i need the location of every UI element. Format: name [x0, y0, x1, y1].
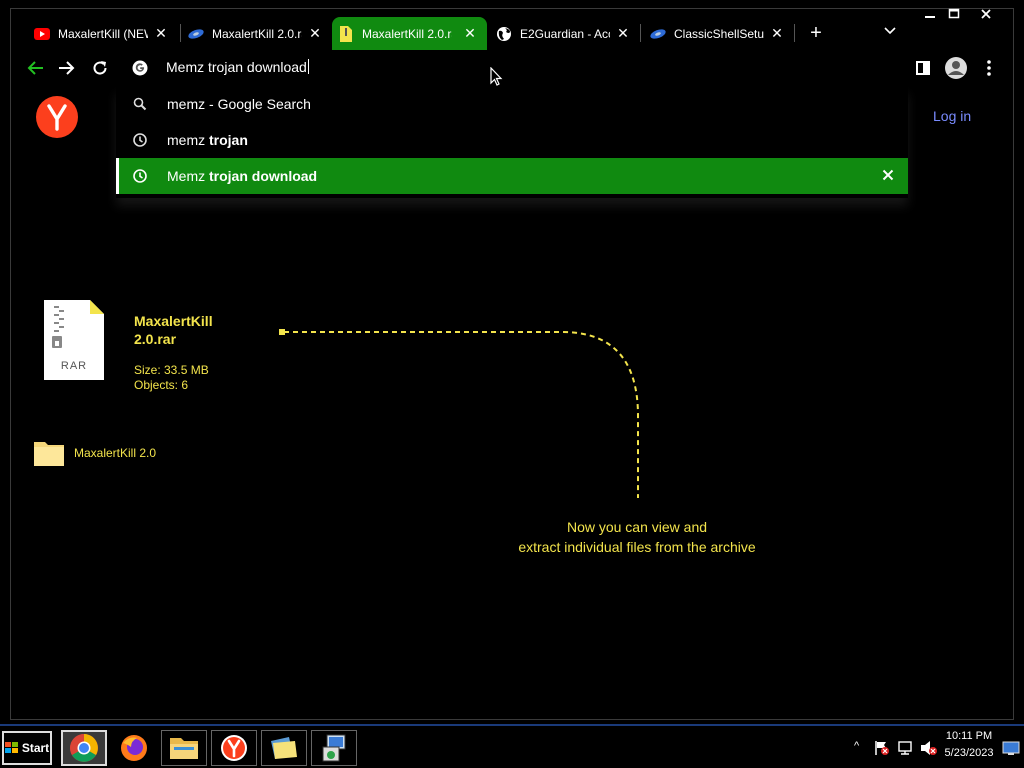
firefox-icon[interactable]: [111, 730, 157, 766]
taskbar: Start ^: [0, 724, 1024, 768]
tab-search-chevron-icon[interactable]: [884, 24, 896, 38]
archive-objects-count: Objects: 6: [134, 378, 189, 392]
mouse-cursor-icon: [490, 66, 504, 87]
tab-title: MaxalertKill 2.0.ra: [362, 26, 452, 41]
volume-muted-icon[interactable]: [920, 740, 938, 761]
show-desktop-icon[interactable]: [1002, 740, 1020, 761]
start-button[interactable]: Start: [2, 731, 52, 765]
archive-hint-text: Now you can view and extract individual …: [487, 517, 787, 557]
suggestion-text: memz: [167, 96, 206, 112]
close-window-button[interactable]: [974, 8, 998, 24]
suggestion-suffix: - Google Search: [205, 96, 311, 112]
tab-1[interactable]: MaxalertKill (NEW ✕: [28, 17, 178, 50]
yandex-browser-icon[interactable]: [211, 730, 257, 766]
globe-icon: [496, 26, 512, 42]
blue-disk-icon: [188, 26, 204, 42]
installer-icon[interactable]: [311, 730, 357, 766]
new-tab-button[interactable]: +: [806, 22, 826, 45]
address-bar[interactable]: Memz trojan download: [116, 50, 908, 86]
back-button[interactable]: [24, 57, 46, 79]
action-center-flag-icon[interactable]: [874, 740, 890, 761]
file-explorer-icon[interactable]: [161, 730, 207, 766]
suggestion-item-selected[interactable]: Memz trojan download: [116, 158, 908, 194]
folder-icon[interactable]: [34, 440, 64, 466]
network-icon[interactable]: [898, 740, 914, 761]
search-icon: [132, 96, 148, 112]
side-panel-icon[interactable]: [912, 57, 934, 79]
hint-dashed-arrow: [279, 329, 639, 498]
youtube-icon: [34, 26, 50, 42]
clock-date[interactable]: 5/23/2023: [940, 747, 998, 759]
clock-time[interactable]: 10:11 PM: [940, 730, 998, 742]
tab-title: MaxalertKill 2.0.ra: [212, 26, 302, 41]
minimize-button[interactable]: [918, 8, 942, 24]
tab-close-icon[interactable]: ✕: [154, 25, 168, 42]
history-icon: [132, 168, 148, 184]
archive-file-icon: [338, 25, 354, 42]
reload-button[interactable]: [89, 57, 111, 79]
hint-line-2: extract individual files from the archiv…: [518, 539, 756, 555]
show-hidden-icons-chevron-icon[interactable]: ^: [854, 740, 859, 752]
omnibox-suggestions: memz - Google Search memz trojan Memz tr…: [116, 86, 908, 198]
tab-3-active[interactable]: MaxalertKill 2.0.ra ✕: [332, 17, 487, 50]
tab-5[interactable]: ClassicShellSetup_ ✕: [644, 17, 794, 50]
tab-close-icon[interactable]: ✕: [308, 25, 322, 42]
start-label: Start: [21, 741, 50, 755]
tab-close-icon[interactable]: ✕: [770, 25, 784, 42]
blue-disk-icon: [650, 26, 666, 42]
folder-icon[interactable]: [261, 730, 307, 766]
folder-name[interactable]: MaxalertKill 2.0: [74, 446, 156, 460]
suggestion-text: memz: [167, 132, 209, 148]
menu-kebab-icon[interactable]: [978, 57, 1000, 79]
suggestion-item[interactable]: memz - Google Search: [116, 86, 908, 122]
profile-avatar-icon[interactable]: [945, 57, 967, 79]
suggestion-text: Memz: [167, 168, 209, 184]
tab-strip: MaxalertKill (NEW ✕ MaxalertKill 2.0.ra …: [0, 0, 1024, 50]
history-icon: [132, 132, 148, 148]
suggestion-bold: trojan: [209, 132, 248, 148]
chrome-icon[interactable]: [61, 730, 107, 766]
suggestion-item[interactable]: memz trojan: [116, 122, 908, 158]
archive-filename: MaxalertKill 2.0.rar: [134, 313, 213, 347]
maximize-button[interactable]: [942, 8, 966, 24]
tab-title: ClassicShellSetup_: [674, 26, 764, 41]
remove-suggestion-close-icon[interactable]: [880, 167, 896, 183]
tab-title: MaxalertKill (NEW: [58, 26, 148, 41]
rar-archive-icon[interactable]: RAR: [44, 300, 104, 380]
tab-title: E2Guardian - Acce: [520, 26, 610, 41]
archive-size: Size: 33.5 MB: [134, 363, 209, 377]
hint-line-1: Now you can view and: [566, 519, 708, 535]
yandex-logo-icon[interactable]: [36, 96, 78, 138]
rar-icon-label: RAR: [60, 360, 88, 372]
address-input[interactable]: Memz trojan download: [166, 59, 309, 75]
tab-close-icon[interactable]: ✕: [463, 25, 477, 42]
login-link[interactable]: Log in: [933, 108, 971, 124]
forward-button[interactable]: [56, 57, 78, 79]
tab-close-icon[interactable]: ✕: [616, 25, 630, 42]
tab-2[interactable]: MaxalertKill 2.0.ra ✕: [182, 17, 332, 50]
tab-4[interactable]: E2Guardian - Acce ✕: [490, 17, 640, 50]
suggestion-bold: trojan download: [209, 168, 318, 184]
google-icon: [132, 60, 148, 76]
